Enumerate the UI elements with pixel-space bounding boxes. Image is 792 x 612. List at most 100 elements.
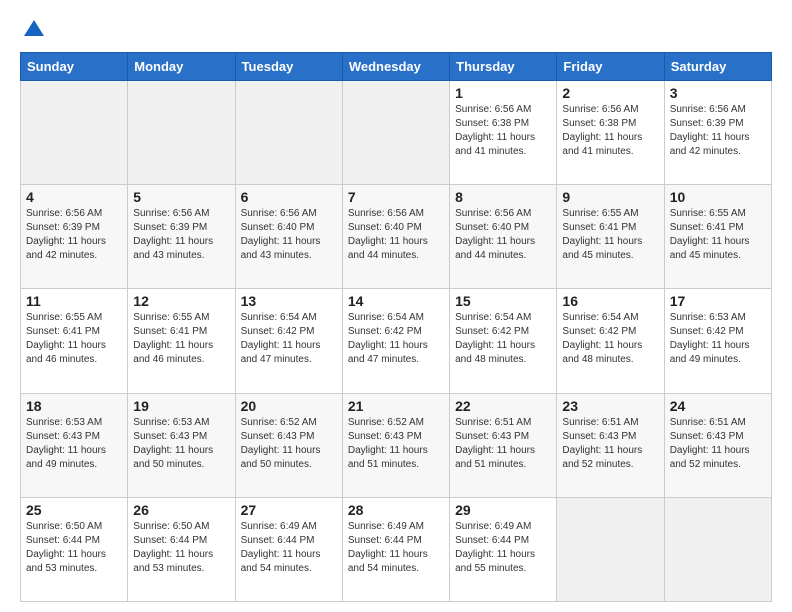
day-info: Sunrise: 6:56 AMSunset: 6:39 PMDaylight:… bbox=[670, 103, 766, 159]
day-info: Sunrise: 6:51 AMSunset: 6:43 PMDaylight:… bbox=[670, 416, 766, 472]
calendar-cell: 5 Sunrise: 6:56 AMSunset: 6:39 PMDaylight… bbox=[128, 185, 235, 289]
calendar-cell: 25 Sunrise: 6:50 AMSunset: 6:44 PMDayligh… bbox=[21, 497, 128, 601]
calendar-cell: 24 Sunrise: 6:51 AMSunset: 6:43 PMDayligh… bbox=[664, 393, 771, 497]
day-number: 27 bbox=[241, 502, 337, 518]
calendar-cell bbox=[342, 81, 449, 185]
day-number: 10 bbox=[670, 189, 766, 205]
day-info: Sunrise: 6:56 AMSunset: 6:40 PMDaylight:… bbox=[241, 207, 337, 263]
day-info: Sunrise: 6:52 AMSunset: 6:43 PMDaylight:… bbox=[241, 416, 337, 472]
day-number: 9 bbox=[562, 189, 658, 205]
day-number: 12 bbox=[133, 293, 229, 309]
calendar-cell: 9 Sunrise: 6:55 AMSunset: 6:41 PMDaylight… bbox=[557, 185, 664, 289]
calendar-cell: 22 Sunrise: 6:51 AMSunset: 6:43 PMDayligh… bbox=[450, 393, 557, 497]
weekday-header-wednesday: Wednesday bbox=[342, 53, 449, 81]
week-row-3: 11 Sunrise: 6:55 AMSunset: 6:41 PMDayligh… bbox=[21, 289, 772, 393]
day-info: Sunrise: 6:56 AMSunset: 6:38 PMDaylight:… bbox=[562, 103, 658, 159]
day-number: 11 bbox=[26, 293, 122, 309]
calendar-cell: 21 Sunrise: 6:52 AMSunset: 6:43 PMDayligh… bbox=[342, 393, 449, 497]
day-number: 8 bbox=[455, 189, 551, 205]
weekday-header-thursday: Thursday bbox=[450, 53, 557, 81]
weekday-header-monday: Monday bbox=[128, 53, 235, 81]
day-info: Sunrise: 6:54 AMSunset: 6:42 PMDaylight:… bbox=[562, 311, 658, 367]
day-info: Sunrise: 6:50 AMSunset: 6:44 PMDaylight:… bbox=[133, 520, 229, 576]
day-number: 3 bbox=[670, 85, 766, 101]
day-number: 7 bbox=[348, 189, 444, 205]
day-info: Sunrise: 6:53 AMSunset: 6:43 PMDaylight:… bbox=[26, 416, 122, 472]
calendar-cell: 20 Sunrise: 6:52 AMSunset: 6:43 PMDayligh… bbox=[235, 393, 342, 497]
calendar-cell: 1 Sunrise: 6:56 AMSunset: 6:38 PMDaylight… bbox=[450, 81, 557, 185]
day-number: 15 bbox=[455, 293, 551, 309]
day-info: Sunrise: 6:49 AMSunset: 6:44 PMDaylight:… bbox=[348, 520, 444, 576]
calendar-cell: 17 Sunrise: 6:53 AMSunset: 6:42 PMDayligh… bbox=[664, 289, 771, 393]
day-number: 25 bbox=[26, 502, 122, 518]
day-info: Sunrise: 6:55 AMSunset: 6:41 PMDaylight:… bbox=[26, 311, 122, 367]
calendar-cell: 4 Sunrise: 6:56 AMSunset: 6:39 PMDaylight… bbox=[21, 185, 128, 289]
day-info: Sunrise: 6:49 AMSunset: 6:44 PMDaylight:… bbox=[241, 520, 337, 576]
day-info: Sunrise: 6:54 AMSunset: 6:42 PMDaylight:… bbox=[455, 311, 551, 367]
day-number: 24 bbox=[670, 398, 766, 414]
day-info: Sunrise: 6:53 AMSunset: 6:42 PMDaylight:… bbox=[670, 311, 766, 367]
calendar-cell: 2 Sunrise: 6:56 AMSunset: 6:38 PMDaylight… bbox=[557, 81, 664, 185]
day-number: 22 bbox=[455, 398, 551, 414]
weekday-header-sunday: Sunday bbox=[21, 53, 128, 81]
calendar-cell: 23 Sunrise: 6:51 AMSunset: 6:43 PMDayligh… bbox=[557, 393, 664, 497]
logo-row bbox=[20, 16, 48, 44]
page: SundayMondayTuesdayWednesdayThursdayFrid… bbox=[0, 0, 792, 612]
calendar-cell bbox=[128, 81, 235, 185]
weekday-header-friday: Friday bbox=[557, 53, 664, 81]
calendar-cell: 26 Sunrise: 6:50 AMSunset: 6:44 PMDayligh… bbox=[128, 497, 235, 601]
calendar-cell: 11 Sunrise: 6:55 AMSunset: 6:41 PMDayligh… bbox=[21, 289, 128, 393]
calendar-cell: 7Sunrise: 6:56 AMSunset: 6:40 PMDaylight… bbox=[342, 185, 449, 289]
day-number: 19 bbox=[133, 398, 229, 414]
day-number: 21 bbox=[348, 398, 444, 414]
weekday-header-tuesday: Tuesday bbox=[235, 53, 342, 81]
calendar-cell: 12 Sunrise: 6:55 AMSunset: 6:41 PMDayligh… bbox=[128, 289, 235, 393]
day-info: Sunrise: 6:56 AMSunset: 6:40 PMDaylight:… bbox=[455, 207, 551, 263]
calendar-cell: 27 Sunrise: 6:49 AMSunset: 6:44 PMDayligh… bbox=[235, 497, 342, 601]
day-number: 4 bbox=[26, 189, 122, 205]
calendar-cell: 14Sunrise: 6:54 AMSunset: 6:42 PMDayligh… bbox=[342, 289, 449, 393]
calendar-cell: 6Sunrise: 6:56 AMSunset: 6:40 PMDaylight… bbox=[235, 185, 342, 289]
calendar-table: SundayMondayTuesdayWednesdayThursdayFrid… bbox=[20, 52, 772, 602]
calendar-cell bbox=[557, 497, 664, 601]
day-info: Sunrise: 6:51 AMSunset: 6:43 PMDaylight:… bbox=[562, 416, 658, 472]
day-number: 20 bbox=[241, 398, 337, 414]
weekday-header-saturday: Saturday bbox=[664, 53, 771, 81]
day-info: Sunrise: 6:54 AMSunset: 6:42 PMDaylight:… bbox=[348, 311, 444, 367]
day-number: 1 bbox=[455, 85, 551, 101]
day-info: Sunrise: 6:56 AMSunset: 6:39 PMDaylight:… bbox=[133, 207, 229, 263]
day-number: 17 bbox=[670, 293, 766, 309]
calendar-cell: 28Sunrise: 6:49 AMSunset: 6:44 PMDayligh… bbox=[342, 497, 449, 601]
day-info: Sunrise: 6:49 AMSunset: 6:44 PMDaylight:… bbox=[455, 520, 551, 576]
calendar-cell bbox=[664, 497, 771, 601]
day-info: Sunrise: 6:56 AMSunset: 6:39 PMDaylight:… bbox=[26, 207, 122, 263]
logo-icon bbox=[20, 16, 48, 44]
day-number: 2 bbox=[562, 85, 658, 101]
day-info: Sunrise: 6:51 AMSunset: 6:43 PMDaylight:… bbox=[455, 416, 551, 472]
day-info: Sunrise: 6:50 AMSunset: 6:44 PMDaylight:… bbox=[26, 520, 122, 576]
day-number: 16 bbox=[562, 293, 658, 309]
day-info: Sunrise: 6:55 AMSunset: 6:41 PMDaylight:… bbox=[562, 207, 658, 263]
calendar-cell: 29 Sunrise: 6:49 AMSunset: 6:44 PMDayligh… bbox=[450, 497, 557, 601]
day-info: Sunrise: 6:55 AMSunset: 6:41 PMDaylight:… bbox=[670, 207, 766, 263]
day-number: 26 bbox=[133, 502, 229, 518]
calendar-cell bbox=[235, 81, 342, 185]
day-info: Sunrise: 6:53 AMSunset: 6:43 PMDaylight:… bbox=[133, 416, 229, 472]
calendar-cell: 8 Sunrise: 6:56 AMSunset: 6:40 PMDaylight… bbox=[450, 185, 557, 289]
day-info: Sunrise: 6:56 AMSunset: 6:38 PMDaylight:… bbox=[455, 103, 551, 159]
day-number: 29 bbox=[455, 502, 551, 518]
day-number: 18 bbox=[26, 398, 122, 414]
calendar-cell: 15 Sunrise: 6:54 AMSunset: 6:42 PMDayligh… bbox=[450, 289, 557, 393]
week-row-4: 18 Sunrise: 6:53 AMSunset: 6:43 PMDayligh… bbox=[21, 393, 772, 497]
calendar-header-row: SundayMondayTuesdayWednesdayThursdayFrid… bbox=[21, 53, 772, 81]
day-number: 23 bbox=[562, 398, 658, 414]
day-info: Sunrise: 6:52 AMSunset: 6:43 PMDaylight:… bbox=[348, 416, 444, 472]
calendar-cell bbox=[21, 81, 128, 185]
day-number: 5 bbox=[133, 189, 229, 205]
week-row-5: 25 Sunrise: 6:50 AMSunset: 6:44 PMDayligh… bbox=[21, 497, 772, 601]
day-info: Sunrise: 6:54 AMSunset: 6:42 PMDaylight:… bbox=[241, 311, 337, 367]
day-info: Sunrise: 6:55 AMSunset: 6:41 PMDaylight:… bbox=[133, 311, 229, 367]
logo bbox=[20, 16, 48, 44]
calendar-cell: 13Sunrise: 6:54 AMSunset: 6:42 PMDayligh… bbox=[235, 289, 342, 393]
calendar-cell: 3 Sunrise: 6:56 AMSunset: 6:39 PMDaylight… bbox=[664, 81, 771, 185]
